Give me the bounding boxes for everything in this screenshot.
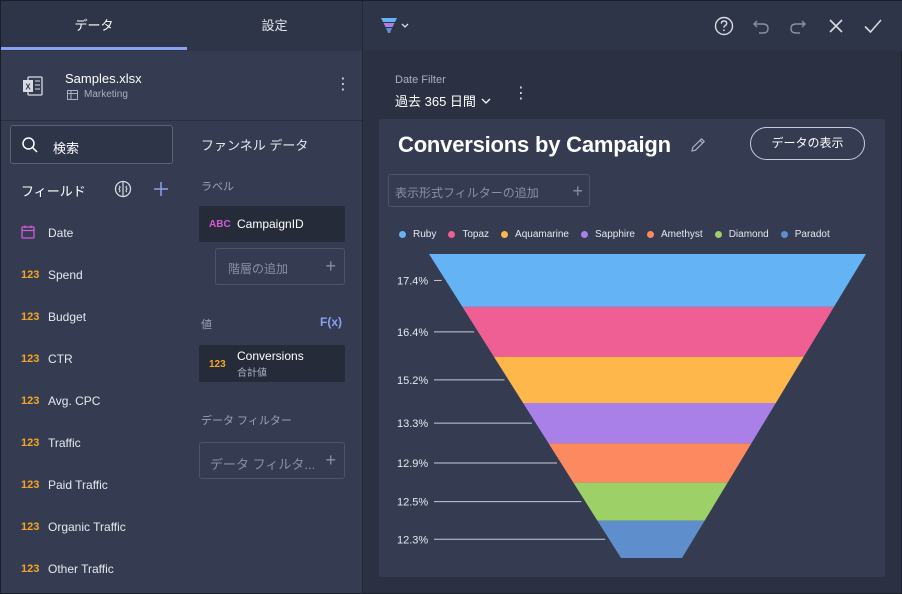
fields-header: フィールド [21,184,86,199]
field-name: Other Traffic [48,562,114,576]
chart-card: Conversions by Campaign データの表示 表示形式フィルター… [379,119,885,577]
add-hierarchy-button[interactable]: 階層の追加 + [215,248,345,285]
field-item-ctr[interactable]: 123 CTR [21,349,73,369]
funnel-value-label: 12.9% [397,458,428,470]
date-filter-menu-icon[interactable]: ⋮ [513,84,529,104]
active-tab-indicator [1,47,187,50]
add-data-filter-button[interactable]: データ フィルタ... + [199,442,345,479]
date-filter-label: Date Filter [395,74,446,86]
calendar-icon [21,225,35,239]
field-item-budget[interactable]: 123 Budget [21,307,86,327]
label-field-name: CampaignID [237,217,304,231]
abc-type-icon: ABC [209,219,231,230]
brain-icon[interactable] [114,180,132,198]
funnel-value-label: 12.5% [397,497,428,509]
field-name: Traffic [48,436,81,450]
funnel-value-label: 12.3% [397,534,428,546]
fx-button[interactable]: F(x) [320,315,342,329]
data-filter-section-title: データ フィルター [201,415,292,427]
field-type: 123 [21,563,40,575]
source-file-name: Samples.xlsx [65,71,142,86]
plus-icon: + [325,450,336,470]
undo-icon[interactable] [750,15,772,37]
funnel-segment-ruby[interactable] [429,254,866,307]
field-name: Budget [48,310,87,324]
visualization-area: Date Filter 過去 365 日間 ⋮ Conversions by C… [362,1,902,593]
plus-icon: + [325,256,336,276]
field-item-traffic[interactable]: 123 Traffic [21,433,81,453]
redo-icon[interactable] [787,15,809,37]
field-type: 123 [21,521,40,533]
source-sheet: Marketing [67,89,128,100]
excel-file-icon: X [23,76,43,96]
search-label: 検索 [53,141,80,156]
funnel-segment-paradot[interactable] [597,520,705,558]
date-filter-value: 過去 365 日間 [395,94,476,109]
chevron-down-icon [481,98,491,104]
number-type-icon: 123 [209,359,226,370]
add-field-icon[interactable] [152,180,170,198]
data-source[interactable]: X Samples.xlsx Marketing ⋮ [1,51,362,121]
field-type: 123 [21,479,40,491]
field-name: CTR [48,352,73,366]
panel-tabs: データ 設定 [1,1,362,51]
value-field-name: Conversions [237,349,304,363]
funnel-value-label: 16.4% [397,327,428,339]
source-menu-icon[interactable]: ⋮ [335,75,351,95]
field-item-other-traffic[interactable]: 123 Other Traffic [21,559,114,579]
field-item-spend[interactable]: 123 Spend [21,265,83,285]
field-type: 123 [21,269,40,281]
funnel-segment-topaz[interactable] [462,306,834,357]
funnel-segment-amethyst[interactable] [548,443,752,483]
label-section-title: ラベル [201,181,234,193]
funnel-chart: 17.4% 16.4% 15.2% 13.3% 12.9% 12.5% 12.3% [397,254,866,558]
left-panel: データ 設定 X Samples.xlsx Marketing ⋮ 検索 フィー… [1,1,362,593]
top-toolbar [363,1,902,51]
sheet-icon [67,89,78,100]
field-type: 123 [21,395,40,407]
field-type: 123 [21,353,40,365]
field-type: 123 [21,311,40,323]
funnel-segment-diamond[interactable] [573,482,728,521]
funnel-chart-type-icon[interactable] [379,15,413,37]
funnel-value-label: 17.4% [397,275,428,287]
tab-settings[interactable]: 設定 [187,1,362,51]
data-filter-placeholder: データ フィルタ... [210,457,316,472]
svg-text:X: X [25,83,31,92]
confirm-check-icon[interactable] [862,15,884,37]
field-name: Organic Traffic [48,520,126,534]
field-item-date[interactable]: Date [21,223,73,243]
value-field-aggregation: 合計値 [237,368,267,379]
label-field-chip[interactable]: ABC CampaignID [199,206,345,242]
field-type [21,225,48,242]
funnel-segment-aquamarine[interactable] [493,356,804,403]
value-section-title: 値 [201,319,212,331]
field-item-organic-traffic[interactable]: 123 Organic Traffic [21,517,126,537]
field-name: Avg. CPC [48,394,101,408]
funnel-data-title: ファンネル データ [201,138,309,153]
field-name: Date [48,226,74,240]
field-item-avg-cpc[interactable]: 123 Avg. CPC [21,391,100,411]
tab-data[interactable]: データ [1,1,187,51]
help-icon[interactable] [713,15,735,37]
field-name: Paid Traffic [48,478,108,492]
source-sheet-name: Marketing [84,89,128,100]
field-search[interactable]: 検索 [10,125,173,164]
field-item-paid-traffic[interactable]: 123 Paid Traffic [21,475,108,495]
field-name: Spend [48,268,83,282]
funnel-value-label: 15.2% [397,375,428,387]
field-type: 123 [21,437,40,449]
add-hierarchy-label: 階層の追加 [228,262,289,276]
date-filter-dropdown[interactable]: 過去 365 日間 [395,91,492,110]
funnel-value-label: 13.3% [397,418,428,430]
search-icon [22,137,38,153]
close-icon[interactable] [825,15,847,37]
value-field-chip[interactable]: 123 Conversions 合計値 [199,345,345,382]
funnel-segment-sapphire[interactable] [523,402,776,444]
